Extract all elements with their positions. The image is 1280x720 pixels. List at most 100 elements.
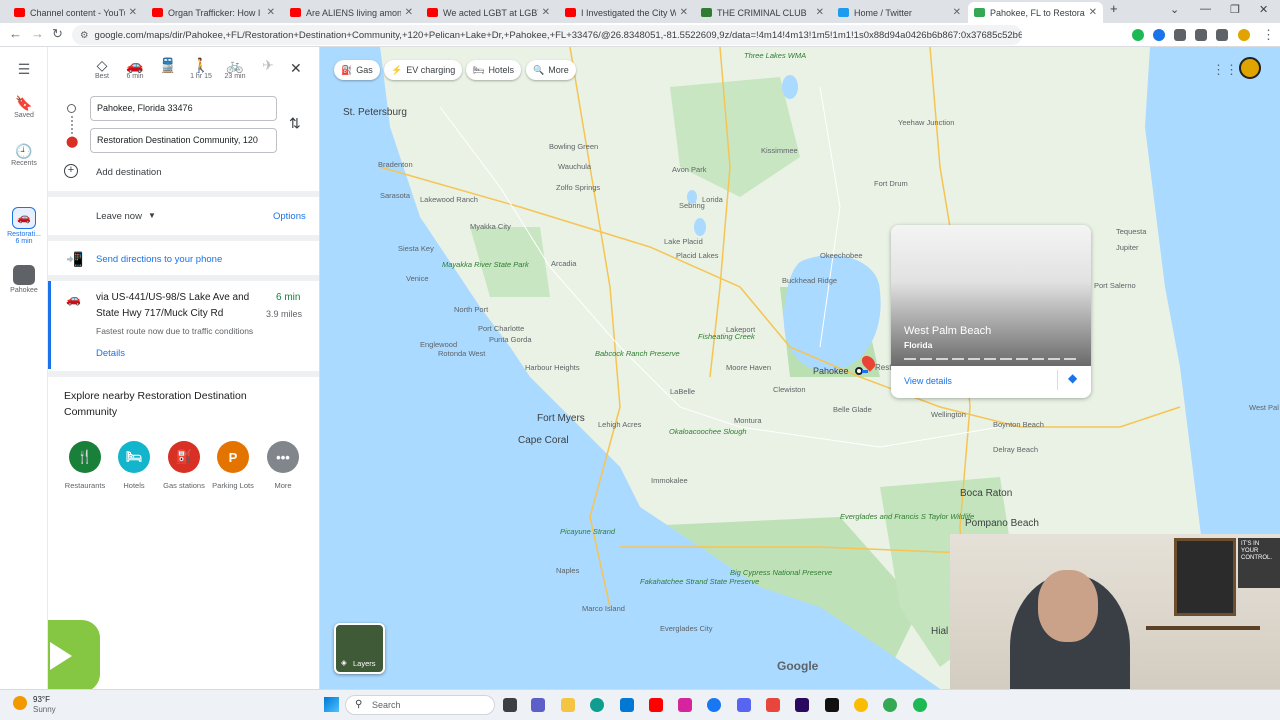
close-icon[interactable]: ✕ xyxy=(816,7,824,18)
chrome-profile-icon[interactable] xyxy=(883,698,897,712)
map-label: Bradenton xyxy=(378,160,413,169)
minimize-icon[interactable]: — xyxy=(1200,3,1211,15)
active-trip-button[interactable]: 🚗 Restorati... 6 min xyxy=(0,207,48,245)
app-icon[interactable] xyxy=(766,698,780,712)
explore-parking-lots[interactable]: P Parking Lots xyxy=(209,441,257,490)
travel-mode-transit[interactable]: 🚆 xyxy=(153,57,183,73)
close-icon[interactable]: ✕ xyxy=(405,7,413,18)
dropdown-arrow-icon[interactable]: ▼ xyxy=(148,211,156,220)
browser-menu-icon[interactable]: ⋮ xyxy=(1262,27,1275,43)
browser-tab[interactable]: Home / Twitter ✕ xyxy=(832,2,967,23)
browser-tab[interactable]: Channel content - YouTube✕ xyxy=(8,2,143,23)
destination-input[interactable]: Restoration Destination Community, 120 xyxy=(90,128,277,153)
swap-icon[interactable]: ⇅ xyxy=(289,115,301,132)
add-destination-icon[interactable]: + xyxy=(64,164,78,178)
instagram-icon[interactable] xyxy=(678,698,692,712)
travel-mode-flights[interactable]: ✈ xyxy=(253,57,283,73)
destination-pin-icon: ⬤ xyxy=(66,136,79,148)
teams-icon[interactable] xyxy=(531,698,545,712)
tiktok-icon[interactable] xyxy=(825,698,839,712)
add-destination-button[interactable]: Add destination xyxy=(96,167,162,178)
premiere-icon[interactable] xyxy=(795,698,809,712)
site-info-icon[interactable]: ⚙ xyxy=(80,30,89,41)
youtube-icon[interactable] xyxy=(649,698,663,712)
view-details-link[interactable]: View details xyxy=(904,376,952,386)
travel-mode-driving[interactable]: 🚗 6 min xyxy=(120,57,150,80)
reading-list-icon[interactable] xyxy=(1195,29,1207,41)
origin-input[interactable]: Pahokee, Florida 33476 xyxy=(90,96,277,121)
close-icon[interactable]: ✕ xyxy=(542,7,550,18)
browser-tab[interactable]: Organ Trafficker: How I Ge✕ xyxy=(146,2,281,23)
youtube-icon xyxy=(152,8,163,17)
address-bar[interactable]: ⚙ google.com/maps/dir/Pahokee,+FL/Restor… xyxy=(72,25,1022,45)
browser-tab[interactable]: Are ALIENS living among u✕ xyxy=(284,2,419,23)
explore-restaurants[interactable]: 🍴 Restaurants xyxy=(61,441,109,490)
menu-button[interactable]: ☰ xyxy=(0,61,48,78)
options-button[interactable]: Options xyxy=(273,211,306,222)
close-directions-icon[interactable]: ✕ xyxy=(290,60,302,77)
directions-icon[interactable]: ◆ xyxy=(1068,371,1077,385)
chip-hotels[interactable]: 🛏 Hotels xyxy=(466,60,521,80)
close-icon[interactable]: ✕ xyxy=(680,7,688,18)
windows-start-icon[interactable] xyxy=(324,697,339,712)
explore-more[interactable]: ••• More xyxy=(259,441,307,490)
chrome-icon[interactable] xyxy=(854,698,868,712)
map-label: Sarasota xyxy=(380,191,411,200)
spotify-icon[interactable] xyxy=(913,698,927,712)
travel-mode-walking[interactable]: 🚶 1 hr 15 xyxy=(186,57,216,80)
extensions-puzzle-icon[interactable] xyxy=(1174,29,1186,41)
close-icon[interactable]: ✕ xyxy=(129,7,137,18)
file-explorer-icon[interactable] xyxy=(561,698,575,712)
task-view-icon[interactable] xyxy=(503,698,517,712)
extension-icon[interactable] xyxy=(1132,29,1144,41)
chip-ev-charging[interactable]: ⚡ EV charging xyxy=(384,60,463,80)
route-note: Fastest route now due to traffic conditi… xyxy=(96,326,254,336)
windows-taskbar: 93°F Sunny ⚲ Search xyxy=(0,689,1280,720)
route-option-card[interactable]: 🚗 via US-441/US-98/S Lake Ave and State … xyxy=(48,281,319,369)
browser-tab[interactable]: I Investigated the City Whe✕ xyxy=(559,2,694,23)
tab-search-icon[interactable]: ⌄ xyxy=(1170,3,1179,16)
layers-button[interactable]: ◈ Layers xyxy=(334,623,385,674)
travel-mode-cycling[interactable]: 🚲 23 min xyxy=(220,57,250,80)
store-icon[interactable] xyxy=(620,698,634,712)
close-icon[interactable]: ✕ xyxy=(267,7,275,18)
side-panel-icon[interactable] xyxy=(1216,29,1228,41)
account-avatar[interactable] xyxy=(1239,57,1261,79)
map-label-pahokee: Pahokee xyxy=(813,366,849,376)
close-icon[interactable]: ✕ xyxy=(953,7,961,18)
recents-button[interactable]: 🕘 Recents xyxy=(0,143,48,167)
travel-mode-best[interactable]: ◇ Best xyxy=(87,57,117,80)
window-close-icon[interactable]: ✕ xyxy=(1259,3,1268,16)
map-label-park: Fakahatchee Strand State Preserve xyxy=(640,577,760,586)
browser-tab-active[interactable]: Pahokee, FL to Restoratio ✕ xyxy=(968,2,1103,23)
ev-charging-icon: ⚡ xyxy=(391,64,403,75)
leave-now-dropdown[interactable]: Leave now xyxy=(96,211,142,222)
browser-tab[interactable]: We acted LGBT at LGBT Ch✕ xyxy=(421,2,556,23)
profile-avatar[interactable] xyxy=(1238,29,1250,41)
facebook-icon[interactable] xyxy=(707,698,721,712)
details-link[interactable]: Details xyxy=(96,348,125,359)
explore-gas-stations[interactable]: ⛽ Gas stations xyxy=(160,441,208,490)
extension-icon[interactable] xyxy=(1153,29,1165,41)
close-icon[interactable]: ✕ xyxy=(1089,7,1097,18)
map-label: North Port xyxy=(454,305,489,314)
new-tab-button[interactable]: + xyxy=(1110,1,1118,16)
chip-gas[interactable]: ⛽ Gas xyxy=(334,60,380,80)
map-label: Lakewood Ranch xyxy=(420,195,478,204)
chip-more[interactable]: 🔍 More xyxy=(526,60,576,80)
back-icon[interactable]: ← xyxy=(9,26,22,41)
explore-hotels[interactable]: 🛏 Hotels xyxy=(110,441,158,490)
map-label: Venice xyxy=(406,274,429,283)
reload-icon[interactable]: ↻ xyxy=(52,26,63,42)
browser-tab[interactable]: THE CRIMINAL CLUB ✕ xyxy=(695,2,830,23)
send-directions-link[interactable]: Send directions to your phone xyxy=(96,254,222,265)
edge-icon[interactable] xyxy=(590,698,604,712)
recent-place-pahokee[interactable]: Pahokee xyxy=(0,265,48,294)
taskbar-search[interactable]: ⚲ Search xyxy=(345,695,495,715)
discord-icon[interactable] xyxy=(737,698,751,712)
saved-button[interactable]: 🔖 Saved xyxy=(0,95,48,119)
place-card[interactable]: West Palm Beach Florida View details ◆ xyxy=(891,225,1091,398)
person-face xyxy=(1038,570,1098,642)
maximize-icon[interactable]: ❐ xyxy=(1230,3,1240,16)
forward-icon[interactable]: → xyxy=(31,26,44,41)
